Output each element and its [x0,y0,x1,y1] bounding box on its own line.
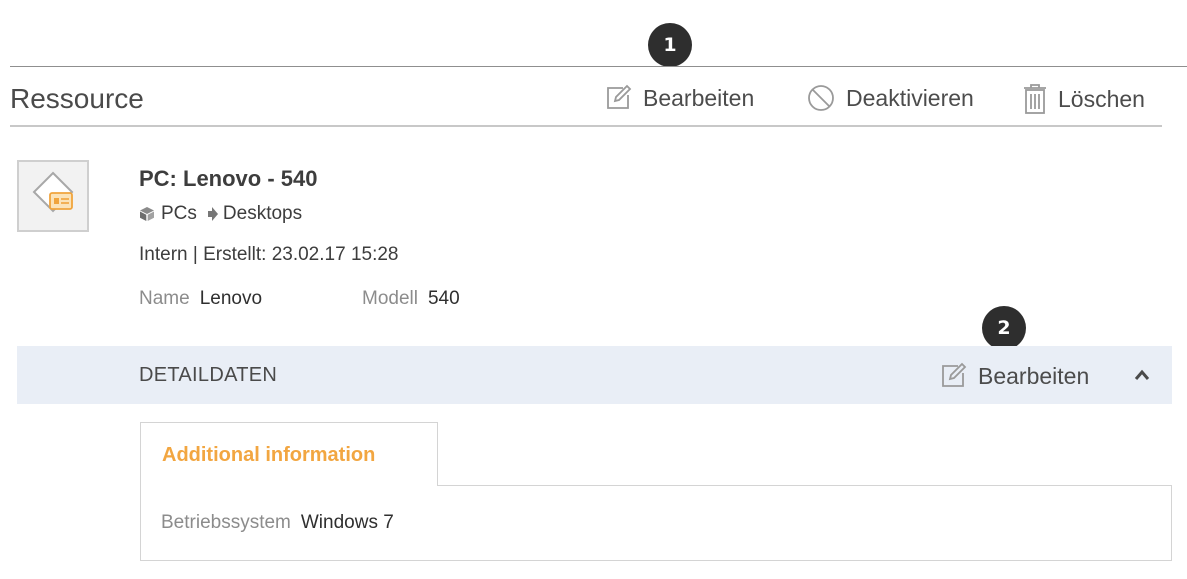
ban-icon [806,83,836,113]
attribute-label: Betriebssystem [161,512,291,533]
delete-button-label: Löschen [1058,85,1145,112]
resource-thumbnail [17,160,89,232]
cube-icon [139,206,155,222]
attribute-modell: Modell 540 [362,288,460,310]
detail-section-header: DETAILDATEN Bearbeiten [17,346,1172,404]
trash-icon [1022,83,1048,115]
chevron-up-icon[interactable] [1132,365,1152,390]
breadcrumb: PCs Desktops [139,203,302,225]
delete-button[interactable]: Löschen [1022,83,1145,115]
attribute-name: Name Lenovo [139,288,262,310]
resource-card-icon [25,166,81,227]
resource-meta: Intern | Erstellt: 23.02.17 15:28 [139,244,399,265]
attribute-betriebssystem: Betriebssystem Windows 7 [161,512,394,534]
page-title: Ressource [10,83,144,114]
tab-additional-information[interactable]: Additional information [140,422,438,486]
edit-button-label: Bearbeiten [643,84,755,111]
callout-badge-1: 1 [648,23,692,67]
detail-edit-button[interactable]: Bearbeiten [938,361,1089,391]
detail-section-title: DETAILDATEN [139,364,278,386]
deactivate-button-label: Deaktivieren [846,84,974,111]
attribute-value: Windows 7 [300,512,394,533]
resource-header: Ressource Bearbeiten Deaktivieren Lösche… [10,67,1162,127]
edit-icon [603,83,633,113]
deactivate-button[interactable]: Deaktivieren [806,83,974,113]
detail-edit-button-label: Bearbeiten [978,362,1090,389]
resource-title: PC: Lenovo - 540 [139,166,318,191]
attribute-value: Lenovo [199,288,263,309]
callout-badge-2: 2 [982,306,1026,350]
edit-icon [938,361,968,391]
attribute-label: Name [139,288,190,309]
attribute-value: 540 [427,288,460,309]
tab-panel: Betriebssystem Windows 7 [140,485,1172,561]
edit-button[interactable]: Bearbeiten [603,83,754,113]
tab-label: Additional information [162,444,376,466]
breadcrumb-item-desktops[interactable]: Desktops [223,203,302,225]
attribute-label: Modell [362,288,418,309]
arrow-right-icon [207,206,219,222]
breadcrumb-item-pcs[interactable]: PCs [161,203,197,225]
